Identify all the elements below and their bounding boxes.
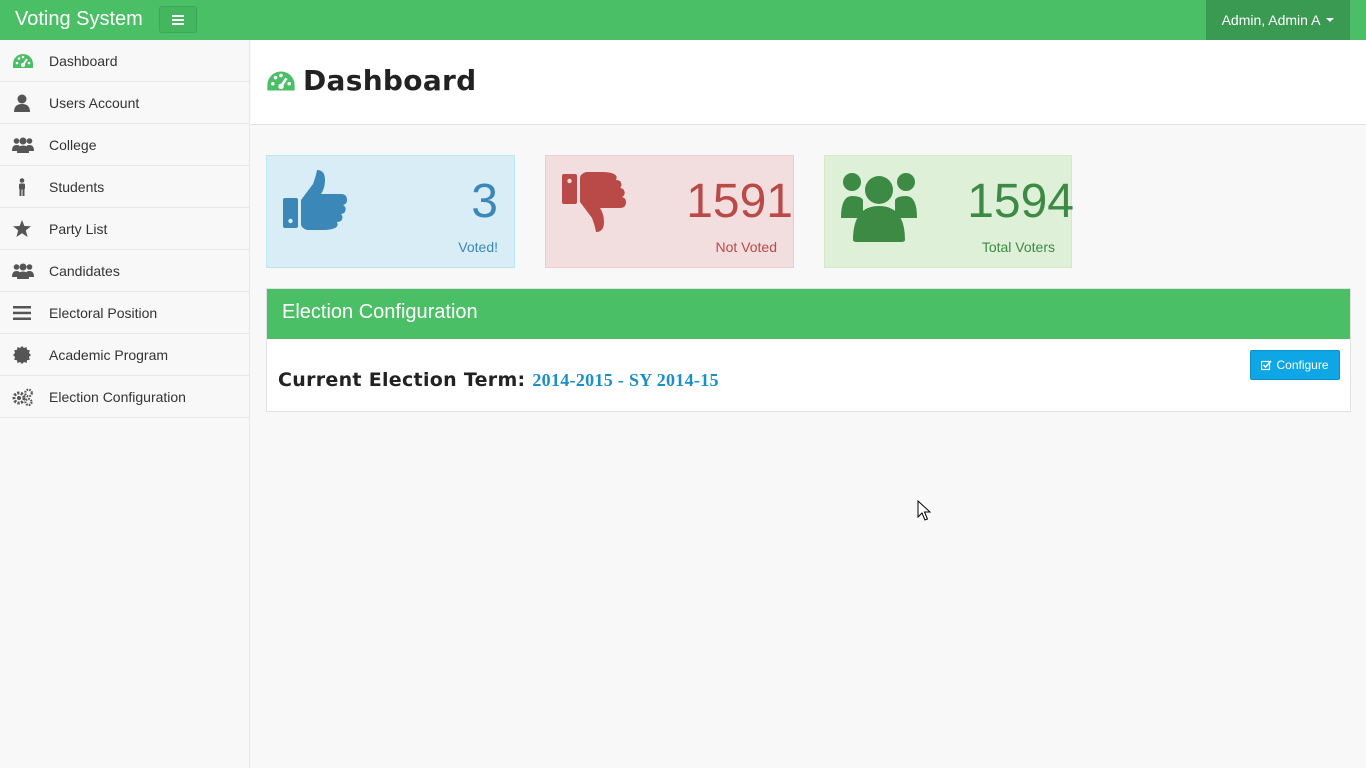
sidebar: Dashboard Users Account College Students… [0, 40, 250, 768]
brand-title[interactable]: Voting System [15, 8, 143, 31]
thumbs-up-icon [283, 170, 347, 230]
total-voters-count: 1594 [967, 175, 1074, 228]
sidebar-item-label: Candidates [49, 262, 120, 279]
page-header: Dashboard [251, 40, 1366, 125]
stat-total-voters-card: 1594 Total Voters [824, 155, 1074, 268]
panel-body: Current Election Term: 2014-2015 - SY 20… [267, 339, 1350, 412]
sidebar-item-election-configuration[interactable]: Election Configuration [0, 376, 249, 418]
certificate-icon [0, 345, 49, 364]
sidebar-item-candidates[interactable]: Candidates [0, 250, 249, 292]
sidebar-item-label: Electoral Position [49, 304, 158, 321]
term-value: 2014-2015 - SY 2014-15 [532, 370, 719, 390]
sidebar-item-electoral-position[interactable]: Electoral Position [0, 292, 249, 334]
stat-voted-card: 3 Voted! [266, 155, 515, 268]
sidebar-item-label: Academic Program [49, 346, 169, 363]
sidebar-item-label: Dashboard [49, 52, 118, 69]
list-icon [0, 305, 49, 321]
term-label: Current Election Term: [278, 369, 526, 391]
panel-heading: Election Configuration [267, 289, 1350, 339]
configure-button[interactable]: Configure [1250, 350, 1340, 380]
sidebar-item-college[interactable]: College [0, 124, 249, 166]
sidebar-item-academic-program[interactable]: Academic Program [0, 334, 249, 376]
sidebar-item-dashboard[interactable]: Dashboard [0, 40, 249, 82]
election-configuration-panel: Election Configuration Current Election … [266, 288, 1351, 412]
dashboard-icon [0, 53, 49, 69]
stat-not-voted-card: 1591 Not Voted [545, 155, 794, 268]
user-menu-label: Admin, Admin A [1221, 12, 1321, 28]
not-voted-label: Not Voted [715, 239, 778, 255]
thumbs-down-icon [562, 172, 626, 232]
voted-label: Voted! [458, 239, 498, 255]
dashboard-icon [267, 71, 295, 91]
sidebar-item-students[interactable]: Students [0, 166, 249, 208]
sidebar-item-label: Party List [49, 220, 108, 237]
user-menu-dropdown[interactable]: Admin, Admin A [1206, 0, 1350, 40]
mouse-pointer-icon [917, 500, 931, 521]
voted-count: 3 [471, 175, 498, 228]
male-icon [0, 177, 49, 196]
hamburger-icon [172, 14, 184, 25]
sidebar-item-label: Users Account [49, 94, 140, 111]
main-content: Dashboard 3 Voted! 1591 Not Voted 1594 T… [251, 40, 1366, 768]
edit-check-icon [1261, 359, 1273, 370]
users-icon [841, 173, 917, 242]
group-icon [0, 263, 49, 279]
sidebar-item-label: Students [49, 178, 105, 195]
page-title: Dashboard [303, 64, 477, 97]
caret-down-icon [1326, 18, 1335, 22]
user-icon [0, 94, 49, 112]
sidebar-item-label: Election Configuration [49, 388, 186, 405]
cogs-icon [0, 388, 49, 406]
sidebar-item-party-list[interactable]: Party List [0, 208, 249, 250]
not-voted-count: 1591 [686, 175, 793, 228]
star-icon [0, 219, 49, 238]
sidebar-item-users-account[interactable]: Users Account [0, 82, 249, 124]
sidebar-item-label: College [49, 136, 97, 153]
top-navbar: Voting System Admin, Admin A [0, 0, 1366, 40]
configure-label: Configure [1276, 358, 1329, 372]
group-icon [0, 137, 49, 153]
total-voters-label: Total Voters [981, 239, 1055, 255]
sidebar-toggle-button[interactable] [159, 6, 197, 33]
current-election-term: Current Election Term: 2014-2015 - SY 20… [278, 369, 719, 391]
